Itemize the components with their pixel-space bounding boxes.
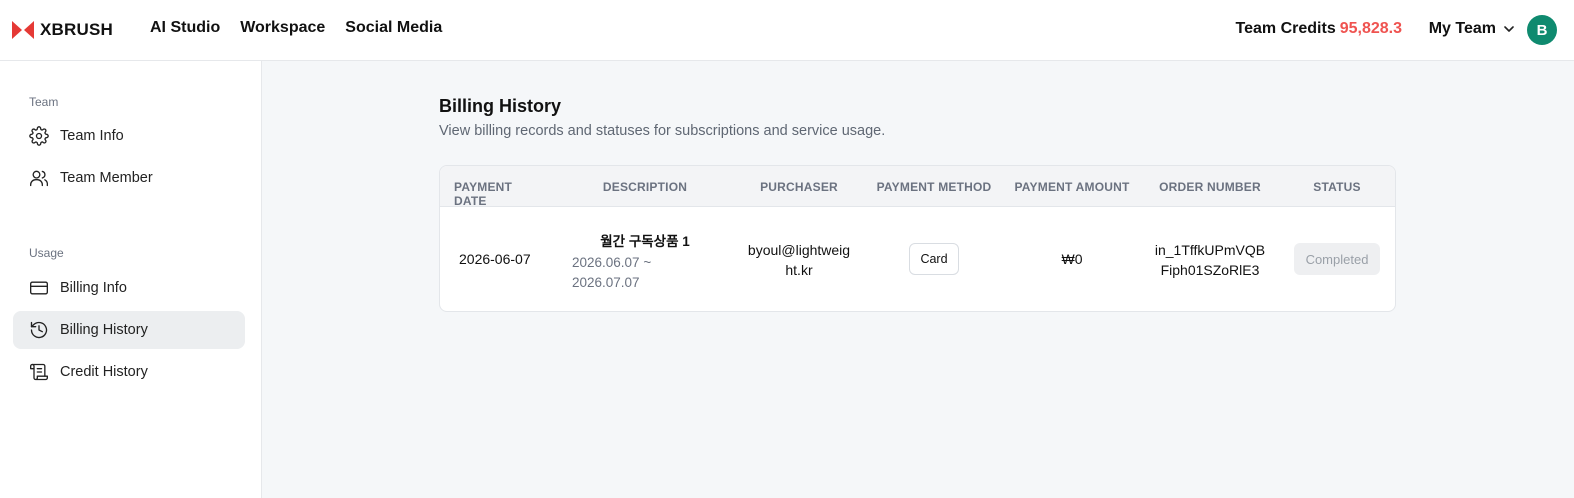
nav-workspace[interactable]: Workspace xyxy=(240,19,325,37)
top-bar: XBRUSH AI Studio Workspace Social Media … xyxy=(0,0,1574,61)
column-payment-date: PAYMENT DATE xyxy=(454,180,513,208)
team-credits-value: 95,828.3 xyxy=(1339,20,1402,37)
sidebar-item-billing-history[interactable]: Billing History xyxy=(13,311,245,349)
sidebar-item-label: Team Member xyxy=(60,170,153,186)
column-description: DESCRIPTION xyxy=(602,180,688,194)
purchaser-line2: ht.kr xyxy=(785,262,813,278)
team-credits-label: Team Credits xyxy=(1235,20,1336,37)
description-period: 2026.06.07 ~ 2026.07.07 xyxy=(572,253,692,293)
payment-method-badge: Card xyxy=(909,243,959,275)
column-status: STATUS xyxy=(1313,180,1361,194)
purchaser-line1: byoul@lightweig xyxy=(747,242,851,258)
history-icon xyxy=(28,319,50,341)
team-credits: Team Credits 95,828.3 xyxy=(1236,20,1402,38)
nav-social-media[interactable]: Social Media xyxy=(345,19,442,37)
team-selector[interactable]: My Team xyxy=(1429,20,1514,38)
sidebar-item-credit-history[interactable]: Credit History xyxy=(13,353,245,391)
users-icon xyxy=(28,167,50,189)
sidebar-item-label: Credit History xyxy=(60,364,148,380)
payment-date-cell: 2026-06-07 xyxy=(459,251,531,267)
sidebar-item-team-info[interactable]: Team Info xyxy=(13,117,245,155)
purchaser-cell: byoul@lightweig ht.kr xyxy=(739,240,859,280)
avatar[interactable]: B xyxy=(1527,15,1557,45)
payment-amount-cell: ₩0 xyxy=(1061,251,1083,267)
order-number-cell: in_1TffkUPmVQB Fiph01SZoRlE3 xyxy=(1145,240,1275,280)
status-badge: Completed xyxy=(1294,243,1380,275)
billing-history-table: PAYMENT DATE DESCRIPTION PURCHASER PAYME… xyxy=(439,165,1396,312)
sidebar-item-label: Team Info xyxy=(60,128,124,144)
column-order-number: ORDER NUMBER xyxy=(1159,180,1261,194)
table-header: PAYMENT DATE DESCRIPTION PURCHASER PAYME… xyxy=(440,166,1395,208)
sidebar-section-usage: Usage xyxy=(29,246,64,260)
chevron-down-icon xyxy=(1504,26,1514,32)
scroll-icon xyxy=(28,361,50,383)
sidebar-item-label: Billing Info xyxy=(60,280,127,296)
page-subtitle: View billing records and statuses for su… xyxy=(439,123,886,139)
gear-icon xyxy=(28,125,50,147)
description-title: 월간 구독상품 1 xyxy=(600,234,690,249)
order-number-line1: in_1TffkUPmVQB xyxy=(1154,242,1266,258)
sidebar-section-team: Team xyxy=(29,95,59,109)
column-payment-method: PAYMENT METHOD xyxy=(876,180,992,194)
sidebar-item-label: Billing History xyxy=(60,322,148,338)
sidebar-item-billing-info[interactable]: Billing Info xyxy=(13,269,245,307)
sidebar-item-team-member[interactable]: Team Member xyxy=(13,159,245,197)
description-period-start: 2026.06.07 ~ xyxy=(572,255,652,270)
team-name: My Team xyxy=(1428,20,1496,37)
nav-ai-studio[interactable]: AI Studio xyxy=(150,19,220,37)
main-nav: AI Studio Workspace Social Media xyxy=(150,19,442,37)
column-purchaser: PURCHASER xyxy=(760,180,838,194)
logo-icon xyxy=(12,21,34,39)
logo-text: XBRUSH xyxy=(40,20,113,39)
page-title: Billing History xyxy=(439,96,562,116)
order-number-line2: Fiph01SZoRlE3 xyxy=(1160,262,1260,278)
description-period-end: 2026.07.07 xyxy=(572,275,640,290)
credit-card-icon xyxy=(28,277,50,299)
logo[interactable]: XBRUSH xyxy=(12,19,113,41)
column-payment-amount: PAYMENT AMOUNT xyxy=(1014,180,1130,194)
sidebar: Team Team Info Team Member Usage Billing… xyxy=(0,61,262,498)
